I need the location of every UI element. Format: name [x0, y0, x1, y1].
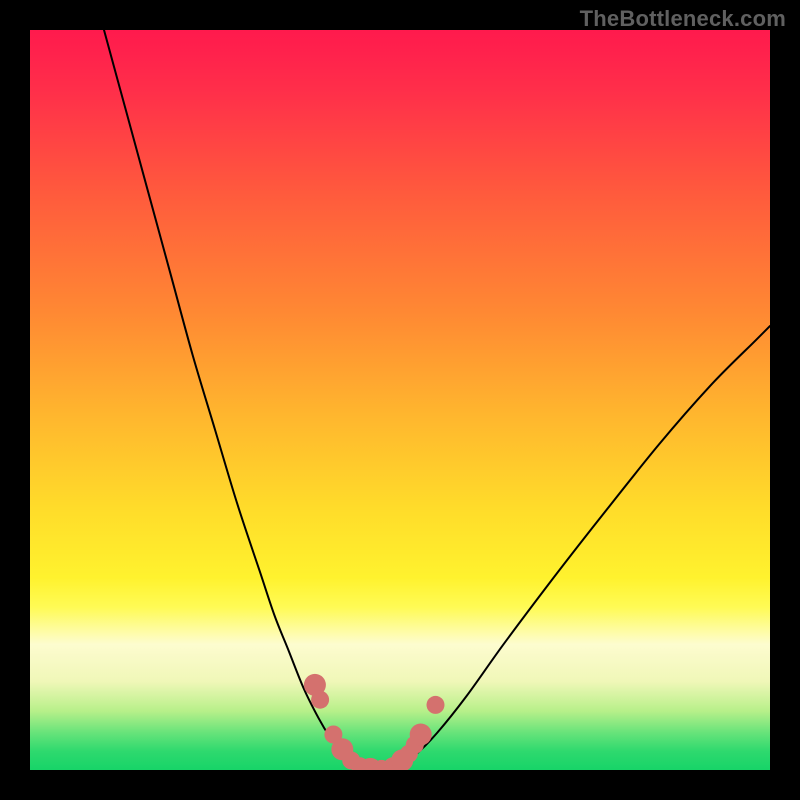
highlight-dot — [406, 736, 424, 754]
highlight-dot — [311, 691, 329, 709]
highlight-dot — [391, 749, 413, 770]
plot-area — [30, 30, 770, 770]
highlight-dot — [351, 757, 369, 770]
highlight-dot — [324, 726, 342, 744]
chart-frame: TheBottleneck.com — [0, 0, 800, 800]
watermark-text: TheBottleneck.com — [580, 6, 786, 32]
highlight-dot — [427, 696, 445, 714]
highlight-dot — [359, 758, 381, 770]
bottleneck-curve — [104, 30, 770, 769]
highlight-dot — [400, 745, 418, 763]
highlight-dot — [373, 760, 391, 770]
highlight-dot-group — [304, 674, 445, 770]
highlight-dot — [331, 738, 353, 760]
highlight-dot — [384, 757, 402, 770]
highlight-dot — [410, 724, 432, 746]
highlight-dot — [304, 674, 326, 696]
curve-layer — [30, 30, 770, 770]
highlight-dot — [342, 751, 360, 769]
